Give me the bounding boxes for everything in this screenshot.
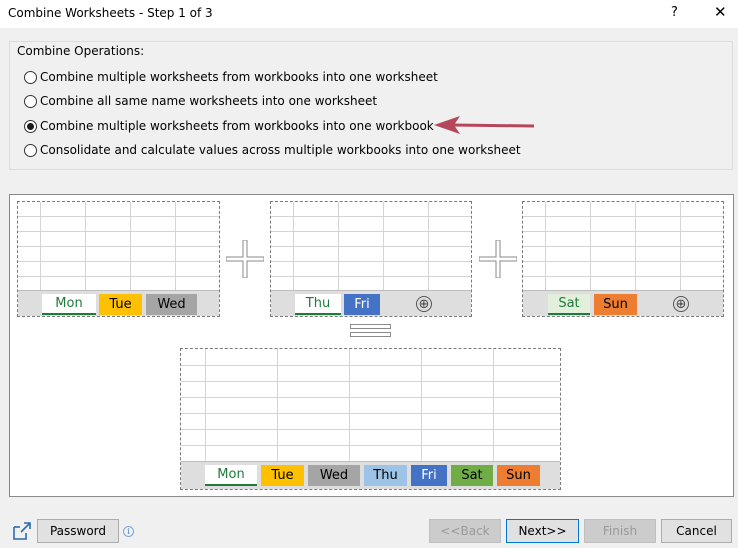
plus-icon [479,240,517,278]
close-button[interactable]: ✕ [714,3,727,21]
sheet-tab-sat: Sat [548,294,590,315]
radio-icon[interactable] [24,143,37,157]
password-button[interactable]: Password [37,519,119,543]
workbook-3-preview: Sat Sun ⊕ [522,201,724,317]
sheet-tab-thu: Thu [295,294,341,315]
sheet-tab-tue: Tue [99,294,142,315]
sheet-tab-bar: Mon Tue Wed Thu Fri Sat Sun [181,461,560,489]
external-link-icon[interactable] [12,521,32,541]
sheet-tab-bar: Sat Sun ⊕ [523,290,723,316]
option-combine-into-one-workbook[interactable]: Combine multiple worksheets from workboo… [24,117,434,135]
option-label[interactable]: Combine multiple worksheets from workboo… [40,70,438,84]
option-label[interactable]: Combine multiple worksheets from workboo… [40,119,434,133]
group-legend: Combine Operations: [17,44,145,58]
spreadsheet-grid [18,202,219,291]
option-combine-same-name[interactable]: Combine all same name worksheets into on… [24,92,377,110]
next-button[interactable]: Next>> [506,519,579,543]
equals-icon [350,324,391,337]
sheet-tab-fri: Fri [411,465,447,486]
sheet-tab-wed: Wed [146,294,197,315]
sheet-tab-sun: Sun [497,465,540,486]
result-workbook-preview: Mon Tue Wed Thu Fri Sat Sun [180,348,561,490]
sheet-tab-mon: Mon [42,294,96,315]
pointer-arrow-icon [434,116,535,134]
sheet-tab-fri: Fri [344,294,380,315]
option-combine-into-one-worksheet[interactable]: Combine multiple worksheets from workboo… [24,68,438,86]
option-consolidate-values[interactable]: Consolidate and calculate values across … [24,141,521,159]
radio-selected-icon[interactable] [24,119,37,133]
title-bar: Combine Worksheets - Step 1 of 3 ? ✕ [0,0,738,28]
sheet-tab-bar: Mon Tue Wed [18,290,219,316]
add-sheet-icon: ⊕ [673,296,689,312]
workbook-1-preview: Mon Tue Wed [17,201,220,317]
workbook-2-preview: Thu Fri ⊕ [270,201,472,317]
sheet-tab-sun: Sun [594,294,637,315]
sheet-tab-tue: Tue [261,465,304,486]
sheet-tab-wed: Wed [308,465,360,486]
radio-icon[interactable] [24,94,37,108]
help-button[interactable]: ? [671,5,678,20]
cancel-button[interactable]: Cancel [661,519,732,543]
window-title: Combine Worksheets - Step 1 of 3 [8,6,213,20]
spreadsheet-grid [181,349,560,463]
spreadsheet-grid [271,202,471,291]
spreadsheet-grid [523,202,723,291]
finish-button[interactable]: Finish [584,519,656,543]
sheet-tab-thu: Thu [364,465,407,486]
option-label[interactable]: Consolidate and calculate values across … [40,143,521,157]
add-sheet-icon: ⊕ [416,296,432,312]
option-label[interactable]: Combine all same name worksheets into on… [40,94,377,108]
back-button[interactable]: <<Back [429,519,501,543]
plus-icon [226,240,264,278]
sheet-tab-sat: Sat [451,465,493,486]
info-icon[interactable]: i [123,526,134,537]
sheet-tab-bar: Thu Fri ⊕ [271,290,471,316]
sheet-tab-mon: Mon [205,465,257,486]
radio-icon[interactable] [24,70,37,84]
